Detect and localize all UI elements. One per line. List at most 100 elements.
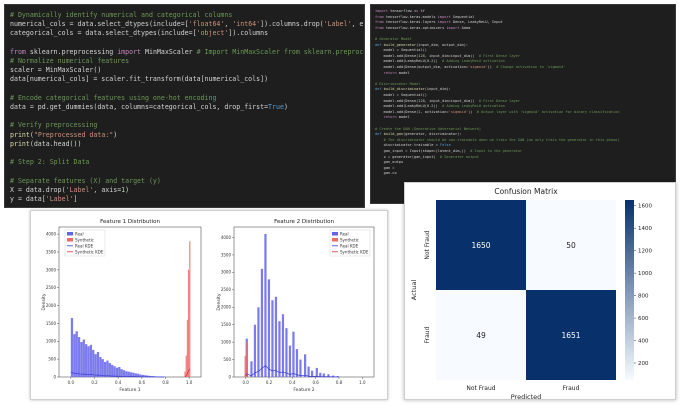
code-line: print(data.head()) [10, 140, 81, 149]
code-token: False [439, 143, 451, 148]
code-token: gan_input = Input(shape=(latent_dim,)) [375, 149, 471, 153]
code-token: X = data.drop( [10, 185, 66, 194]
code-token: )) [433, 59, 443, 64]
cm-cell-value: 1650 [471, 241, 490, 250]
code-token: (input_dim, output_dim): [416, 42, 469, 47]
legend-label: Synthetic KDE [75, 249, 104, 254]
code-token: # Discriminator Model [375, 81, 421, 86]
histogram-svg: Feature 1 Distribution 0.0 0.2 0.4 0.6 0.8 1.0… [41, 219, 375, 393]
real-bar [75, 331, 78, 377]
cm-x-axis-label: Predicted [511, 393, 542, 399]
y-tick-label: 0 [228, 374, 231, 379]
code-token: Adam [461, 25, 471, 30]
synthetic-bar [187, 269, 190, 377]
real-bar [118, 367, 121, 377]
cm-cell-value: 50 [566, 241, 576, 250]
right-code-editor[interactable]: import tensorflow as tf from tensorflow.k… [370, 4, 676, 204]
code-token: tensorflow.keras.models [385, 14, 438, 19]
real-bar [281, 314, 285, 377]
synthetic-bar [245, 342, 247, 377]
code-token: # First Dense layer [478, 98, 520, 103]
code-token: ] [73, 195, 78, 203]
synthetic-bar [185, 355, 187, 377]
code-token: def [375, 132, 384, 137]
code-line: return model [375, 71, 410, 76]
real-bar [264, 233, 267, 377]
colorbar [625, 200, 634, 380]
x-tick-label: 0.4 [289, 380, 296, 385]
code-token: tensorflow.keras.layers [385, 20, 438, 25]
real-bar [96, 352, 100, 377]
code-token: 'Label' [323, 20, 352, 29]
code-token: , activation= [420, 109, 449, 114]
y-tick-label: 2500 [221, 287, 232, 292]
code-token: print [10, 130, 30, 139]
code-line: numerical_cols = data.select_dtypes(incl… [10, 20, 364, 29]
code-token: scaler = MinMaxScaler() [10, 66, 102, 75]
real-bar [82, 339, 85, 377]
code-token: (input_dim): [424, 87, 451, 92]
x-tick-label: 0.0 [68, 380, 75, 385]
real-bar [274, 296, 278, 377]
confusion-matrix-svg: Confusion Matrix 1650 50 49 1651 Not Fraud Not… [410, 187, 652, 401]
real-bar [115, 367, 119, 377]
colorbar-tick-label: 400 [638, 339, 649, 345]
code-token: data[numerical_cols] = scaler.fit_transf… [10, 75, 269, 84]
legend-label: Real [75, 231, 84, 236]
x-tick-label: 0.0 [242, 380, 249, 385]
x-tick-label: 1.0 [359, 380, 366, 385]
real-bar [106, 360, 109, 377]
code-token: ) [113, 130, 118, 139]
code-line: gan_outpu [375, 160, 404, 165]
code-token: # Dynamically identify numerical and cat… [10, 11, 233, 19]
code-token: from [375, 25, 386, 30]
x-tick-label: 0.4 [115, 380, 122, 385]
code-token: 'Label' [65, 185, 94, 194]
code-token: # Input to the generator [470, 149, 523, 153]
real-bar [73, 334, 76, 377]
code-token: gan_outpu [375, 160, 404, 165]
code-token: numerical_cols = data.select_dtypes(incl… [10, 20, 189, 29]
code-token: # The discriminator should be non-traina… [375, 137, 620, 142]
y-axis-label: Density [41, 293, 47, 310]
x-axis-label: Feature 2 [293, 387, 314, 393]
code-token: True [268, 103, 284, 111]
code-token: (data.head()) [29, 139, 82, 148]
code-token: # Change activation to 'sigmoid' [496, 65, 566, 69]
code-token: 'float64' [188, 20, 225, 29]
code-token: MinMaxScaler [145, 47, 197, 56]
code-token: # Create the GAN (Generative Adversarial… [375, 126, 482, 131]
real-bar [70, 318, 74, 377]
code-token: , input_dim=input_dim)) [424, 98, 479, 103]
code-token: )) [433, 104, 443, 109]
code-token: model.add(Dense(output_dim, activation= [375, 65, 469, 69]
y-tick-label: 500 [48, 357, 56, 362]
real-bar [111, 364, 114, 377]
code-token: , axis= [93, 185, 122, 194]
left-code-editor[interactable]: # Dynamically identify numerical and cat… [4, 4, 365, 208]
code-token: )) [487, 65, 497, 69]
code-line: x = generator(gan_input) # Generator out… [375, 155, 479, 160]
legend-swatch [332, 238, 338, 242]
real-bar [260, 268, 264, 377]
real-bar [127, 371, 130, 377]
hist-title: Feature 1 Distribution [100, 219, 160, 225]
legend-label: Real KDE [75, 243, 94, 248]
code-line: gan.co [375, 171, 397, 176]
colorbar-tick-label: 600 [638, 316, 649, 322]
code-line: categorical_cols = data.select_dtypes(in… [10, 29, 268, 38]
code-line: # Encode categorical features using one-… [10, 94, 216, 103]
real-bar [101, 359, 104, 377]
code-line: y = data['Label'] [10, 195, 78, 204]
code-token: model [398, 70, 410, 75]
code-line: # Separate features (X) and target (y) [10, 177, 161, 186]
code-token: # Import MinMaxScaler from sklearn.prepr… [196, 47, 364, 56]
code-line: data[numerical_cols] = scaler.fit_transf… [10, 75, 268, 84]
code-line: from tensorflow.keras.layers import Dens… [375, 20, 503, 25]
colorbar-tick-label: 1400 [638, 226, 652, 232]
real-bar [85, 344, 88, 377]
code-token: model.add(Dense( [375, 98, 419, 103]
histogram-figure: Feature 1 Distribution 0.0 0.2 0.4 0.6 0.8 1.0… [30, 210, 388, 400]
real-bar [92, 349, 95, 377]
y-axis-label: Density [216, 293, 222, 310]
